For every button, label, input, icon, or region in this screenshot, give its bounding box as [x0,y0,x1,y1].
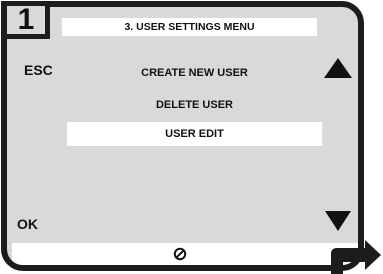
menu-item-delete-user[interactable]: DELETE USER [67,93,322,117]
scroll-up-arrow-icon[interactable] [324,58,352,78]
step-number: 1 [7,3,45,36]
scroll-down-arrow-icon[interactable] [325,211,351,231]
menu-item-user-edit[interactable]: USER EDIT [67,122,322,146]
esc-softkey[interactable]: ESC [24,62,53,78]
step-number-badge: 1 [1,1,50,39]
continue-arrow-icon [331,240,381,274]
menu-item-create-new-user[interactable]: CREATE NEW USER [67,61,322,85]
no-entry-icon [173,247,187,261]
ok-softkey[interactable]: OK [17,216,38,232]
menu-title: 3. USER SETTINGS MENU [62,18,317,36]
device-screen-frame: 3. USER SETTINGS MENU ESC OK CREATE NEW … [1,1,364,271]
